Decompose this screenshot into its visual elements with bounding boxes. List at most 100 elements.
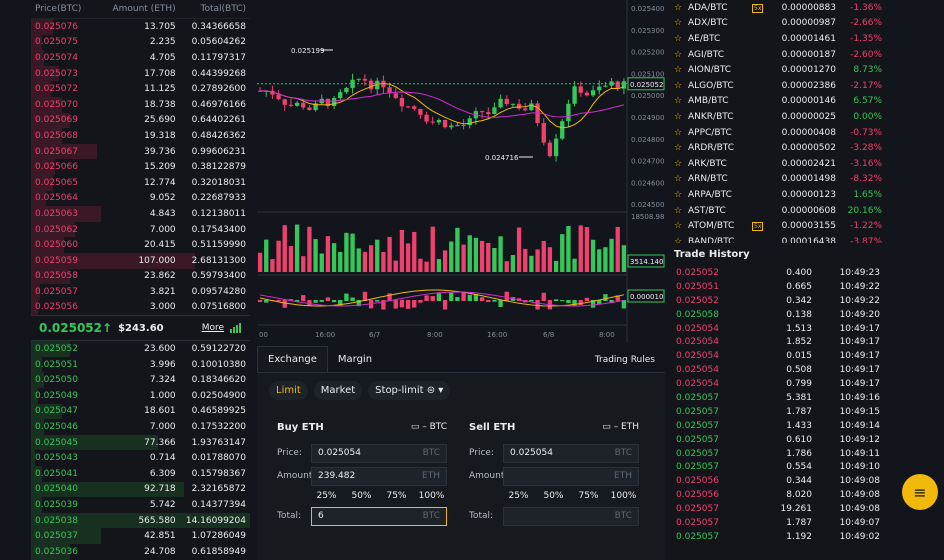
buy-pct-50[interactable]: 50% [346, 489, 377, 503]
sell-amount-input[interactable]: ETH [503, 466, 639, 486]
market-row[interactable]: ☆ APPC/BTC 0.00000408 -0.73% [670, 125, 886, 141]
buy-price-label: Price: [277, 448, 302, 458]
market-row[interactable]: ☆ AION/BTC 0.00001270 8.73% [670, 62, 886, 78]
market-row[interactable]: ☆ ARK/BTC 0.00002421 -3.16% [670, 156, 886, 172]
bids-row[interactable]: 0.025047 18.601 0.46589925 [31, 403, 250, 420]
market-row[interactable]: ☆ ARN/BTC 0.00001498 -8.32% [670, 172, 886, 188]
market-row[interactable]: ☆ ALGO/BTC 0.00002386 -2.17% [670, 78, 886, 94]
bids-row[interactable]: 0.025045 77.366 1.93763147 [31, 434, 250, 451]
star-icon[interactable]: ☆ [674, 112, 688, 122]
stop-limit-button[interactable]: Stop-limit ⊜ ▾ [368, 381, 451, 400]
star-icon[interactable]: ☆ [674, 65, 688, 75]
tab-exchange[interactable]: Exchange [257, 346, 328, 372]
candle-body [294, 102, 300, 106]
buy-price-input[interactable]: 0.025054 BTC [311, 443, 447, 463]
asks-row[interactable]: 0.025056 3.000 0.07516800 [31, 299, 250, 316]
market-row[interactable]: ☆ ARDR/BTC 0.00000502 -3.28% [670, 140, 886, 156]
market-row[interactable]: ☆ AMB/BTC 0.00000146 6.57% [670, 94, 886, 110]
star-icon[interactable]: ☆ [674, 190, 688, 200]
asks-row[interactable]: 0.025059 107.000 2.68131300 [31, 252, 250, 269]
buy-pct-100[interactable]: 100% [416, 489, 447, 503]
asks-row[interactable]: 0.025063 4.843 0.12138011 [31, 206, 250, 222]
bids-row[interactable]: 0.025052 23.600 0.59122720 [31, 341, 250, 357]
candlestick-chart[interactable]: 0.025400 0.025300 0.025200 0.025100 0.025000… [257, 0, 665, 343]
sell-pct-100[interactable]: 100% [608, 489, 639, 503]
asks-row[interactable]: 0.025066 15.209 0.38122879 [31, 159, 250, 175]
volume-bar [418, 258, 423, 272]
bids-row[interactable]: 0.025043 0.714 0.01788070 [31, 450, 250, 467]
tab-margin[interactable]: Margin [328, 347, 382, 372]
market-row[interactable]: ☆ ANKR/BTC 0.00000025 0.00% [670, 109, 886, 125]
star-icon[interactable]: ☆ [674, 18, 688, 28]
market-row[interactable]: ☆ ADX/BTC 0.00000987 -2.66% [670, 16, 886, 32]
asks-row[interactable]: 0.025074 4.705 0.11797317 [31, 50, 250, 66]
market-row[interactable]: ☆ ADA/BTC 5x 0.00000883 -1.36% [670, 0, 886, 16]
buy-amount-input[interactable]: 239.482 ETH [311, 466, 447, 486]
bids-row[interactable]: 0.025037 42.851 1.07286049 [31, 528, 250, 544]
asks-row[interactable]: 0.025058 23.862 0.59793400 [31, 268, 250, 285]
sell-pct-50[interactable]: 50% [538, 489, 569, 503]
more-link[interactable]: More [202, 323, 224, 333]
trading-rules-link[interactable]: Trading Rules [585, 348, 665, 372]
sell-amount-label: Amount: [469, 471, 508, 481]
market-price: 0.00000025 [781, 111, 836, 122]
bids-row[interactable]: 0.025041 6.309 0.15798367 [31, 466, 250, 482]
market-row[interactable]: ☆ AGI/BTC 0.00000187 -2.60% [670, 47, 886, 63]
asks-row[interactable]: 0.025075 2.235 0.05604262 [31, 34, 250, 51]
asks-row[interactable]: 0.025073 17.708 0.44399268 [31, 65, 250, 82]
market-row[interactable]: ☆ AE/BTC 0.00001461 -1.35% [670, 31, 886, 47]
star-icon[interactable]: ☆ [674, 174, 688, 184]
asks-row[interactable]: 0.025062 7.000 0.17543400 [31, 221, 250, 238]
market-button[interactable]: Market [313, 381, 363, 400]
market-row[interactable]: ☆ ARPA/BTC 0.00000123 1.65% [670, 187, 886, 203]
limit-button[interactable]: Limit [269, 381, 308, 400]
buy-total-label: Total: [277, 511, 302, 521]
depth-bars-icon[interactable] [230, 323, 242, 334]
row-price: 0.025036 [35, 546, 78, 557]
bids-row[interactable]: 0.025051 3.996 0.10010380 [31, 356, 250, 373]
chat-icon[interactable]: ≡ [902, 474, 938, 510]
sell-total-input[interactable]: BTC [503, 506, 639, 526]
star-icon[interactable]: ☆ [674, 3, 688, 13]
asks-row[interactable]: 0.025069 25.690 0.64402261 [31, 112, 250, 129]
bids-row[interactable]: 0.025049 1.000 0.02504900 [31, 388, 250, 404]
star-icon[interactable]: ☆ [674, 34, 688, 44]
asks-row[interactable]: 0.025070 18.738 0.46976166 [31, 96, 250, 113]
trade-row: 0.025054 1.513 10:49:17 [670, 322, 886, 336]
asks-row[interactable]: 0.025064 9.052 0.22687933 [31, 190, 250, 207]
volume-bar [331, 243, 337, 272]
star-icon[interactable]: ☆ [674, 143, 688, 153]
candle-body [560, 121, 565, 139]
row-amount: 18.738 [144, 99, 176, 110]
buy-pct-75[interactable]: 75% [381, 489, 412, 503]
bids-row[interactable]: 0.025039 5.742 0.14377394 [31, 497, 250, 513]
star-icon[interactable]: ☆ [674, 96, 688, 106]
price-chart[interactable]: 0.025400 0.025300 0.025200 0.025100 0.025000… [257, 0, 665, 343]
asks-row[interactable]: 0.025072 11.125 0.27892600 [31, 81, 250, 97]
star-icon[interactable]: ☆ [674, 50, 688, 60]
buy-pct-25[interactable]: 25% [311, 489, 342, 503]
buy-total-input[interactable]: 6 BTC [311, 506, 447, 526]
asks-row[interactable]: 0.025060 20.415 0.51159990 [31, 237, 250, 253]
market-row[interactable]: ☆ ATOM/BTC 5x 0.00003155 -1.22% [670, 218, 886, 234]
star-icon[interactable]: ☆ [674, 159, 688, 169]
asks-row[interactable]: 0.025076 13.705 0.34366658 [31, 19, 250, 35]
asks-row[interactable]: 0.025057 3.821 0.09574280 [31, 284, 250, 300]
row-price: 0.025068 [35, 130, 78, 141]
bids-row[interactable]: 0.025036 24.708 0.61858949 [31, 544, 250, 560]
bids-row[interactable]: 0.025050 7.324 0.18346620 [31, 372, 250, 389]
asks-row[interactable]: 0.025067 39.736 0.99606231 [31, 143, 250, 160]
star-icon[interactable]: ☆ [674, 81, 688, 91]
sell-pct-75[interactable]: 75% [573, 489, 604, 503]
sell-price-input[interactable]: 0.025054 BTC [503, 443, 639, 463]
market-row[interactable]: ☆ AST/BTC 0.00000608 20.16% [670, 203, 886, 219]
star-icon[interactable]: ☆ [674, 206, 688, 216]
bids-row[interactable]: 0.025046 7.000 0.17532200 [31, 419, 250, 435]
star-icon[interactable]: ☆ [674, 128, 688, 138]
asks-row[interactable]: 0.025068 19.318 0.48426362 [31, 128, 250, 144]
bids-row[interactable]: 0.025038 565.580 14.16099204 [31, 512, 250, 529]
star-icon[interactable]: ☆ [674, 221, 688, 231]
sell-pct-25[interactable]: 25% [503, 489, 534, 503]
asks-row[interactable]: 0.025065 12.774 0.32018031 [31, 174, 250, 191]
bids-row[interactable]: 0.025040 92.718 2.32165872 [31, 481, 250, 498]
